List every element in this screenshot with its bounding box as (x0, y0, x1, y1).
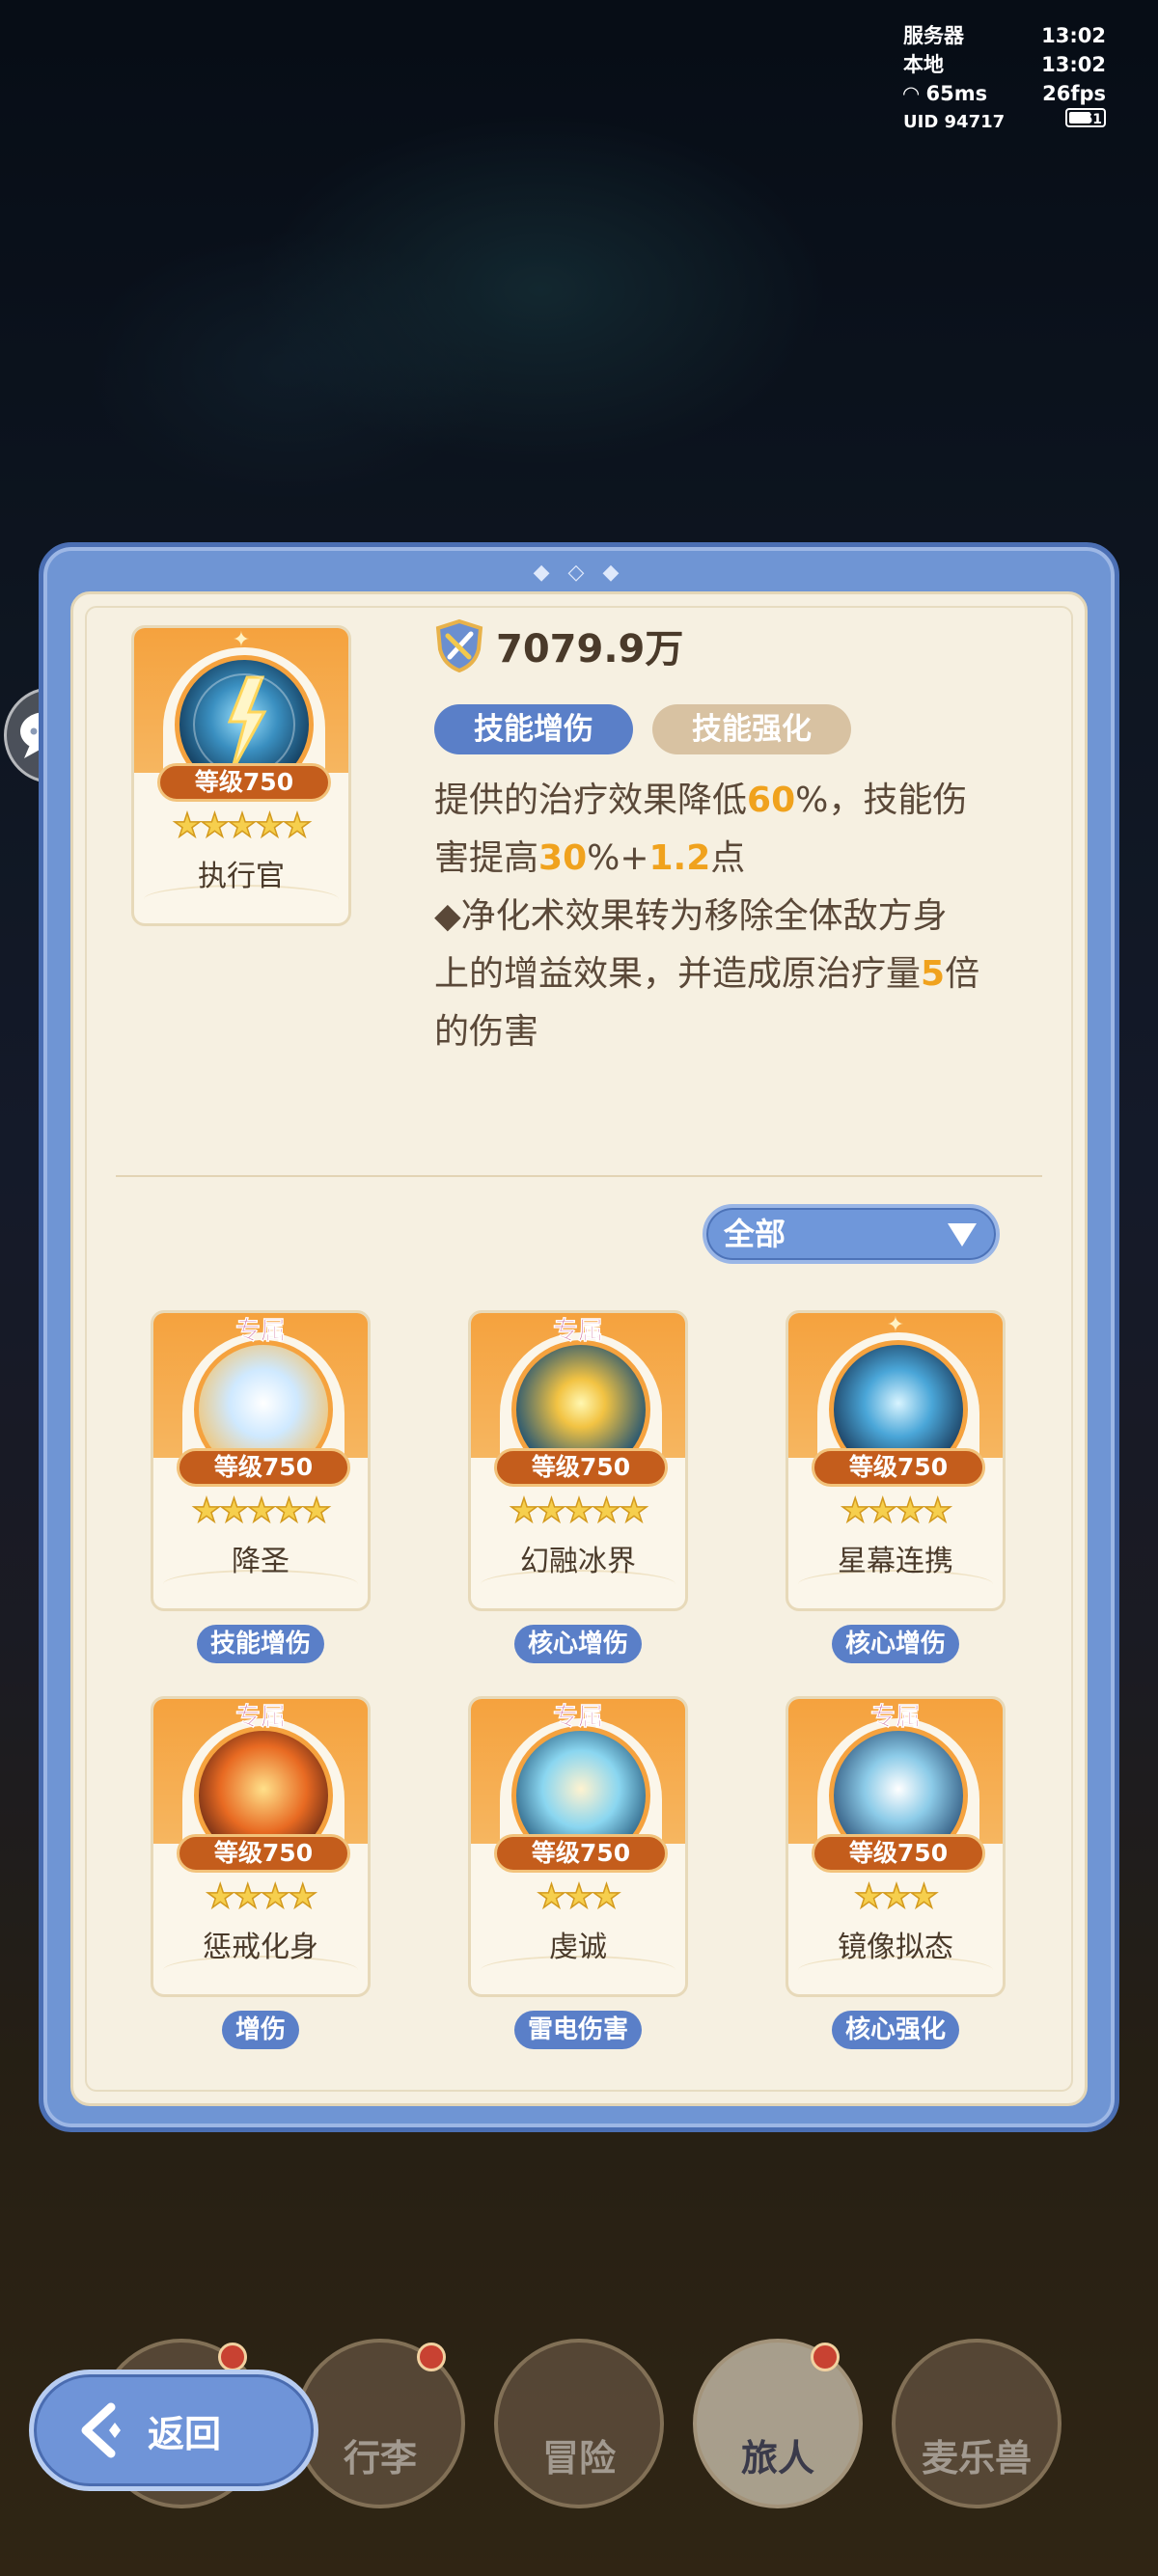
skill-name: 星幕连携 (838, 1545, 953, 1578)
skill-level-badge: 等级750 (177, 1834, 350, 1873)
skill-category-tag: 核心增伤 (831, 1625, 960, 1663)
tab-skill-enhance[interactable]: 技能强化 (652, 704, 851, 754)
hero-card[interactable]: ✦ 等级750 ★★★★★ 执行官 (131, 625, 351, 926)
skill-card[interactable]: 专属等级750 ★★★ 虔诚 (468, 1696, 688, 1997)
skill-name: 降圣 (232, 1545, 290, 1578)
exclusive-label: 专属 (552, 1317, 604, 1347)
notification-dot (218, 2343, 247, 2371)
card-top-star-icon: ✦ (886, 1313, 905, 1337)
power-value: 7079.9万 (496, 627, 684, 671)
skill-card[interactable]: 专属等级750 ★★★★★ 幻融冰界 (468, 1310, 688, 1611)
local-time: 13:02 (1041, 53, 1106, 76)
combat-power: 7079.9万 (434, 617, 683, 673)
notification-dot (811, 2343, 840, 2371)
skill-level-badge: 等级750 (494, 1448, 668, 1487)
skill-stars: ★★★★★ (191, 1491, 332, 1531)
skill-name: 镜像拟态 (838, 1931, 953, 1964)
skill-category-tag: 核心强化 (831, 2011, 960, 2049)
filter-selected: 全部 (724, 1216, 786, 1252)
back-arrow-icon (81, 2402, 121, 2458)
skill-card[interactable]: 专属等级750 ★★★★★ 降圣 (151, 1310, 371, 1611)
status-hud: 服务器 13:02 本地 13:02 ◠ 65ms 26fps UID 94717 61 (903, 21, 1106, 137)
filter-dropdown[interactable]: 全部 (703, 1204, 1000, 1264)
skill-level-badge: 等级750 (494, 1834, 668, 1873)
battery-icon: 61 (1065, 108, 1106, 127)
battery-level: 61 (1083, 112, 1102, 127)
tab-skill-damage[interactable]: 技能增伤 (434, 704, 633, 754)
server-label: 服务器 (903, 24, 964, 47)
skill-stars: ★★★★★ (509, 1491, 649, 1531)
skill-category-tag: 核心增伤 (513, 1625, 643, 1663)
skill-card[interactable]: 专属等级750 ★★★★ 惩戒化身 (151, 1696, 371, 1997)
skill-category-tag: 技能增伤 (196, 1625, 325, 1663)
skill-category-tag: 雷电伤害 (513, 2011, 643, 2049)
fps-value: 26fps (1042, 82, 1106, 105)
skill-level-badge: 等级750 (812, 1448, 985, 1487)
local-label: 本地 (903, 53, 944, 76)
nav-luggage-label: 行李 (343, 2437, 417, 2480)
skill-stars: ★★★★ (840, 1491, 952, 1531)
skill-level-badge: 等级750 (812, 1834, 985, 1873)
triangle-down-icon (948, 1223, 977, 1247)
skill-stars: ★★★ (537, 1877, 622, 1917)
exclusive-label: 专属 (869, 1703, 922, 1733)
nav-adventure-label: 冒险 (541, 2437, 616, 2480)
server-time: 13:02 (1041, 24, 1106, 47)
back-label: 返回 (148, 2412, 222, 2455)
skill-stars: ★★★★ (205, 1877, 317, 1917)
wifi-icon: ◠ (903, 82, 920, 105)
power-shield-icon (435, 618, 483, 672)
section-divider (116, 1175, 1042, 1179)
skill-card[interactable]: ✦ 等级750 ★★★★ 星幕连携 (786, 1310, 1006, 1611)
nav-adventure[interactable]: 冒险 (494, 2339, 664, 2508)
exclusive-label: 专属 (234, 1317, 287, 1347)
hero-level-badge: 等级750 (157, 763, 331, 802)
panel-ornament-icon: ◆ ◇ ◆ (533, 560, 625, 585)
skill-card[interactable]: 专属等级750 ★★★ 镜像拟态 (786, 1696, 1006, 1997)
back-button[interactable]: 返回 (29, 2370, 318, 2491)
skill-category-tag: 增伤 (221, 2011, 300, 2049)
skill-level-badge: 等级750 (177, 1448, 350, 1487)
exclusive-label: 专属 (552, 1703, 604, 1733)
exclusive-label: 专属 (234, 1703, 287, 1733)
nav-traveler-label: 旅人 (740, 2437, 814, 2480)
skill-stars: ★★★ (854, 1877, 940, 1917)
card-top-star-icon: ✦ (232, 628, 251, 652)
uid-value: UID 94717 (903, 112, 1006, 132)
notification-dot (417, 2343, 446, 2371)
skill-description: 提供的治疗效果降低60%，技能伤 害提高30%+1.2点 ◆净化术效果转为移除全… (434, 781, 980, 1052)
ping-value: 65ms (925, 82, 988, 105)
hero-name: 执行官 (198, 860, 285, 893)
skill-name: 幻融冰界 (520, 1545, 636, 1578)
skill-name: 惩戒化身 (203, 1931, 318, 1964)
hero-stars: ★★★★★ (172, 806, 313, 846)
nav-pet[interactable]: 麦乐兽 (892, 2339, 1062, 2508)
nav-pet-label: 麦乐兽 (921, 2437, 1032, 2480)
skill-name: 虔诚 (549, 1931, 607, 1964)
